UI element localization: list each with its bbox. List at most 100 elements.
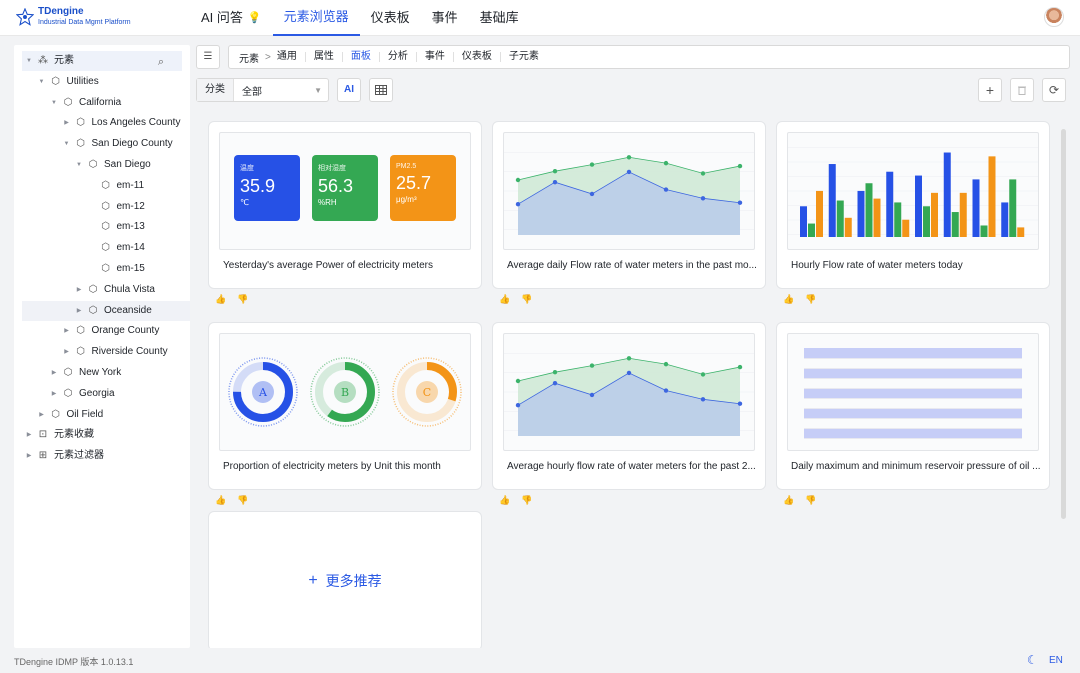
tree-node[interactable]: ▶ ⬡ New York xyxy=(14,363,122,383)
panel-preview: A B C xyxy=(219,333,471,451)
delete-panel-button[interactable] xyxy=(1010,78,1034,102)
panel-card[interactable]: A B C Proportion of electricity meters by U… xyxy=(208,322,482,505)
cube-icon: ⬡ xyxy=(101,179,110,191)
tab-0[interactable]: 通用 xyxy=(277,52,305,62)
panel-card[interactable]: Hourly Flow rate of water meters today 👍 👎 xyxy=(776,121,1050,304)
refresh-button[interactable]: ⟳ xyxy=(1042,78,1066,102)
nav-item-0[interactable]: AI 问答 💡 xyxy=(190,0,273,36)
scrollbar[interactable] xyxy=(1061,129,1066,519)
nav-item-3[interactable]: 事件 xyxy=(421,0,469,36)
data-point xyxy=(626,155,632,160)
cube-icon: ⬡ xyxy=(88,159,98,170)
caret-right-icon[interactable]: ▶ xyxy=(62,321,72,341)
stat-tile: 温度 35.9 ℃ xyxy=(234,155,300,221)
tree-node-label: 元素过滤器 xyxy=(54,450,104,462)
tree-node[interactable]: ▶ ⬡ Orange County xyxy=(14,321,159,341)
thumbs-up-icon[interactable]: 👍 xyxy=(499,294,510,305)
thumbs-down-icon[interactable]: 👎 xyxy=(521,294,532,305)
thumbs-up-icon[interactable]: 👍 xyxy=(783,294,794,305)
caret-down-icon[interactable]: ▼ xyxy=(24,51,34,71)
table-cell xyxy=(978,408,1022,419)
search-icon[interactable]: ⌕ xyxy=(158,52,164,72)
tree-node[interactable]: ▶ ⬡ Georgia xyxy=(14,384,115,404)
caret-down-icon[interactable]: ▼ xyxy=(49,93,59,113)
tree-node[interactable]: ▼ ⬡ Utilities xyxy=(14,72,99,92)
caret-right-icon[interactable]: ▶ xyxy=(49,384,59,404)
tree-node[interactable]: ▼ ⬡ San Diego County xyxy=(14,134,173,154)
ai-button[interactable]: AI xyxy=(337,78,361,102)
nav-item-1[interactable]: 元素浏览器 xyxy=(272,0,360,36)
thumbs-down-icon[interactable]: 👎 xyxy=(805,294,816,305)
category-select[interactable]: 分类 全部 ▼ xyxy=(196,78,329,102)
tree-node[interactable]: ⬡ em-12 xyxy=(14,197,145,217)
tree-node[interactable]: ⬡ em-13 xyxy=(14,217,145,237)
caret-right-icon[interactable]: ▶ xyxy=(37,405,47,425)
caret-down-icon[interactable]: ▼ xyxy=(62,134,72,154)
caret-right-icon[interactable]: ▶ xyxy=(62,342,72,362)
tab-2[interactable]: 面板 xyxy=(341,52,379,62)
thumbs-up-icon[interactable]: 👍 xyxy=(499,495,510,506)
caret-right-icon[interactable]: ▶ xyxy=(24,425,34,445)
nav-item-2[interactable]: 仪表板 xyxy=(360,0,421,36)
tree-node[interactable]: ▶ ⬡ Riverside County xyxy=(14,342,167,362)
tree-node-label: Chula Vista xyxy=(104,283,155,295)
caret-down-icon[interactable]: ▼ xyxy=(37,72,47,92)
tab-6[interactable]: 子元素 xyxy=(499,52,547,62)
bar xyxy=(1017,227,1025,237)
caret-down-icon[interactable]: ▼ xyxy=(74,155,84,175)
tab-1[interactable]: 属性 xyxy=(304,52,342,62)
panel-feedback: 👍 👎 xyxy=(499,495,532,506)
thumbs-down-icon[interactable]: 👎 xyxy=(805,495,816,506)
thumbs-up-icon[interactable]: 👍 xyxy=(215,495,226,506)
tree-node[interactable]: ▶ ⬡ Los Angeles County xyxy=(14,113,180,133)
table-cell xyxy=(847,348,892,359)
dark-mode-icon[interactable]: ☾ xyxy=(1027,653,1038,667)
tree-node[interactable]: ▶ ⬡ Oceanside xyxy=(22,300,190,321)
caret-right-icon[interactable]: ▶ xyxy=(74,280,84,300)
tab-5[interactable]: 仪表板 xyxy=(452,52,500,62)
tab-4[interactable]: 事件 xyxy=(415,52,453,62)
avatar[interactable] xyxy=(1044,7,1064,27)
panel-card[interactable]: 温度 35.9 ℃ 相对湿度 56.3 %RH PM2.5 25.7 μg/m³ Yesterda… xyxy=(208,121,482,304)
add-panel-button[interactable]: + xyxy=(978,78,1002,102)
nav-item-4[interactable]: 基础库 xyxy=(469,0,530,36)
tree-node[interactable]: ▼ ⬡ California xyxy=(14,93,121,113)
tab-3[interactable]: 分析 xyxy=(378,52,416,62)
tree-node[interactable]: ▶ ⬡ Oil Field xyxy=(14,405,103,425)
table-view-button[interactable] xyxy=(369,78,393,102)
thumbs-up-icon[interactable]: 👍 xyxy=(215,294,226,305)
tree-node[interactable]: ⬡ em-14 xyxy=(14,238,145,258)
thumbs-down-icon[interactable]: 👎 xyxy=(237,495,248,506)
tree-node[interactable]: ▶ ⊡ 元素收藏 xyxy=(14,425,94,445)
app-logo[interactable]: TDengine Industrial Data Mgmt Platform xyxy=(16,6,131,28)
table-cell xyxy=(847,418,892,429)
tree-node[interactable]: ▼ ⁂ 元素 ⌕ xyxy=(22,51,182,71)
more-recommendations-button[interactable]: + 更多推荐 xyxy=(208,511,482,648)
thumbs-down-icon[interactable]: 👎 xyxy=(237,294,248,305)
panel-card[interactable]: Average hourly flow rate of water meters… xyxy=(492,322,766,505)
data-point xyxy=(700,372,706,377)
thumbs-up-icon[interactable]: 👍 xyxy=(783,495,794,506)
thumbs-down-icon[interactable]: 👎 xyxy=(521,495,532,506)
panel-title: Hourly Flow rate of water meters today xyxy=(791,260,963,271)
tree-node[interactable]: ⬡ em-11 xyxy=(14,176,144,196)
caret-right-icon[interactable]: ▶ xyxy=(24,446,34,466)
footer: TDengine IDMP 版本 1.0.13.1 ☾ EN xyxy=(0,648,1080,673)
tree-node[interactable]: ▼ ⬡ San Diego xyxy=(14,155,151,175)
language-toggle[interactable]: EN xyxy=(1049,655,1063,666)
panel-grid: 温度 35.9 ℃ 相对湿度 56.3 %RH PM2.5 25.7 μg/m³ Yesterda… xyxy=(196,109,1070,648)
tree-node[interactable]: ⬡ em-15 xyxy=(14,259,145,279)
collapse-sidebar-button[interactable]: ☰ xyxy=(196,45,220,69)
breadcrumb-element[interactable]: 元素 xyxy=(239,50,259,65)
bar xyxy=(943,152,951,237)
caret-right-icon[interactable]: ▶ xyxy=(62,113,72,133)
table-cell xyxy=(891,348,935,359)
table-cell xyxy=(847,428,892,439)
caret-right-icon[interactable]: ▶ xyxy=(74,301,84,321)
tree-node[interactable]: ▶ ⊞ 元素过滤器 xyxy=(14,446,104,466)
panel-card[interactable]: Average daily Flow rate of water meters … xyxy=(492,121,766,304)
gauge-label: A xyxy=(258,386,268,399)
tree-node[interactable]: ▶ ⬡ Chula Vista xyxy=(14,280,155,300)
caret-right-icon[interactable]: ▶ xyxy=(49,363,59,383)
panel-card[interactable]: Daily maximum and minimum reservoir pres… xyxy=(776,322,1050,505)
